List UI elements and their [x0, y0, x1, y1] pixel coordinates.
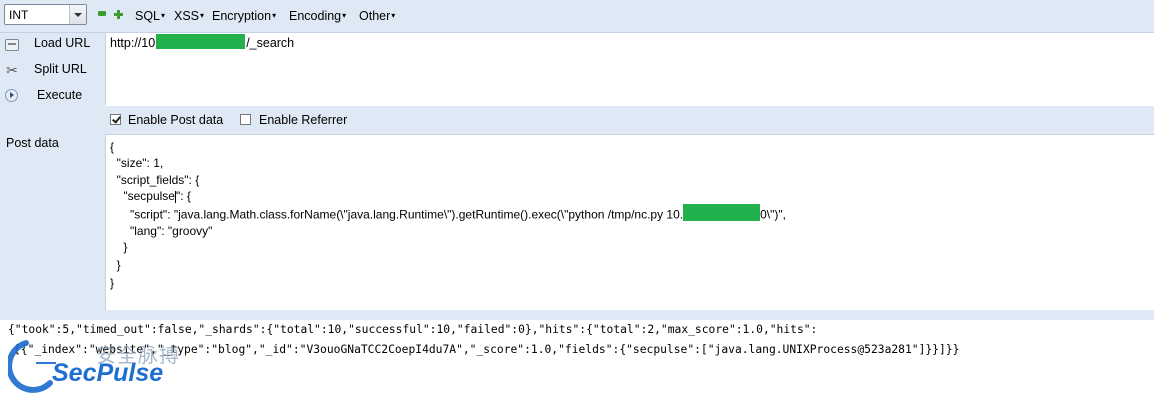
menu-xss[interactable]: XSS▾: [174, 9, 204, 23]
caret-down-icon: ▾: [272, 11, 277, 20]
load-url-button[interactable]: Load URL: [0, 33, 105, 55]
play-icon: [5, 89, 18, 102]
menu-encryption[interactable]: Encryption▾: [212, 9, 276, 23]
post-line: "script": "java.lang.Math.class.forName(…: [110, 204, 786, 224]
caret-down-icon: ▾: [391, 11, 396, 20]
post-line-part: "secpulse: [110, 189, 175, 203]
separator-bar: [0, 310, 1154, 320]
load-url-icon: [5, 39, 19, 51]
split-url-button[interactable]: ✂ Split URL: [0, 59, 105, 81]
enable-post-label: Enable Post data: [128, 113, 224, 127]
post-line: {: [110, 140, 115, 154]
type-select[interactable]: INT: [4, 4, 87, 25]
url-prefix: http://10: [110, 36, 156, 50]
post-line: "secpulse": {: [110, 189, 191, 203]
post-line-part: 0\")",: [760, 207, 786, 222]
post-line: "script_fields": {: [110, 173, 200, 187]
plus-icon[interactable]: [114, 10, 123, 19]
execute-label: Execute: [37, 88, 83, 102]
menu-sql-label: SQL: [135, 9, 161, 23]
type-select-value: INT: [9, 8, 29, 22]
post-line: }: [110, 258, 121, 272]
post-line-part: "script": "java.lang.Math.class.forName(…: [110, 207, 684, 222]
redaction-block: [156, 34, 246, 50]
watermark-en: SecPulse: [52, 359, 164, 387]
post-line-part: ": {: [175, 189, 191, 203]
options-bar: Enable Post data Enable Referrer: [105, 106, 1154, 134]
enable-referrer-label: Enable Referrer: [259, 113, 348, 127]
url-suffix: /_search: [246, 36, 295, 50]
post-data-textarea[interactable]: { "size": 1, "script_fields": { "secpuls…: [105, 134, 1154, 310]
enable-post-checkbox[interactable]: [110, 114, 121, 125]
post-line: "lang": "groovy": [110, 224, 213, 238]
load-url-label: Load URL: [34, 36, 91, 50]
caret-down-icon: ▾: [161, 11, 166, 20]
toolbar: INT SQL▾ XSS▾ Encryption▾ Encoding▾ Othe…: [0, 0, 1154, 33]
menu-xss-label: XSS: [174, 9, 200, 23]
enable-referrer-checkbox[interactable]: [240, 114, 251, 125]
caret-down-icon: ▾: [200, 11, 205, 20]
url-text: http://10 /_search: [110, 34, 295, 51]
redaction-block: [683, 204, 761, 221]
menu-encoding[interactable]: Encoding▾: [289, 9, 346, 23]
menu-other[interactable]: Other▾: [359, 9, 395, 23]
menu-encoding-label: Encoding: [289, 9, 342, 23]
menu-sql[interactable]: SQL▾: [135, 9, 165, 23]
left-panel: Load URL ✂ Split URL Execute Post data: [0, 33, 105, 310]
execute-button[interactable]: Execute: [0, 85, 105, 107]
post-line: }: [110, 240, 128, 254]
chevron-down-icon[interactable]: [69, 5, 86, 24]
scissors-icon: ✂: [6, 62, 18, 78]
url-input[interactable]: http://10 /_search: [105, 33, 1154, 105]
minus-icon[interactable]: [98, 11, 106, 16]
post-data-label: Post data: [6, 136, 59, 150]
post-line: }: [110, 276, 115, 290]
caret-down-icon: ▾: [342, 11, 347, 20]
post-line: "size": 1,: [110, 156, 164, 170]
menu-other-label: Other: [359, 9, 391, 23]
menu-encryption-label: Encryption: [212, 9, 272, 23]
split-url-label: Split URL: [34, 62, 87, 76]
